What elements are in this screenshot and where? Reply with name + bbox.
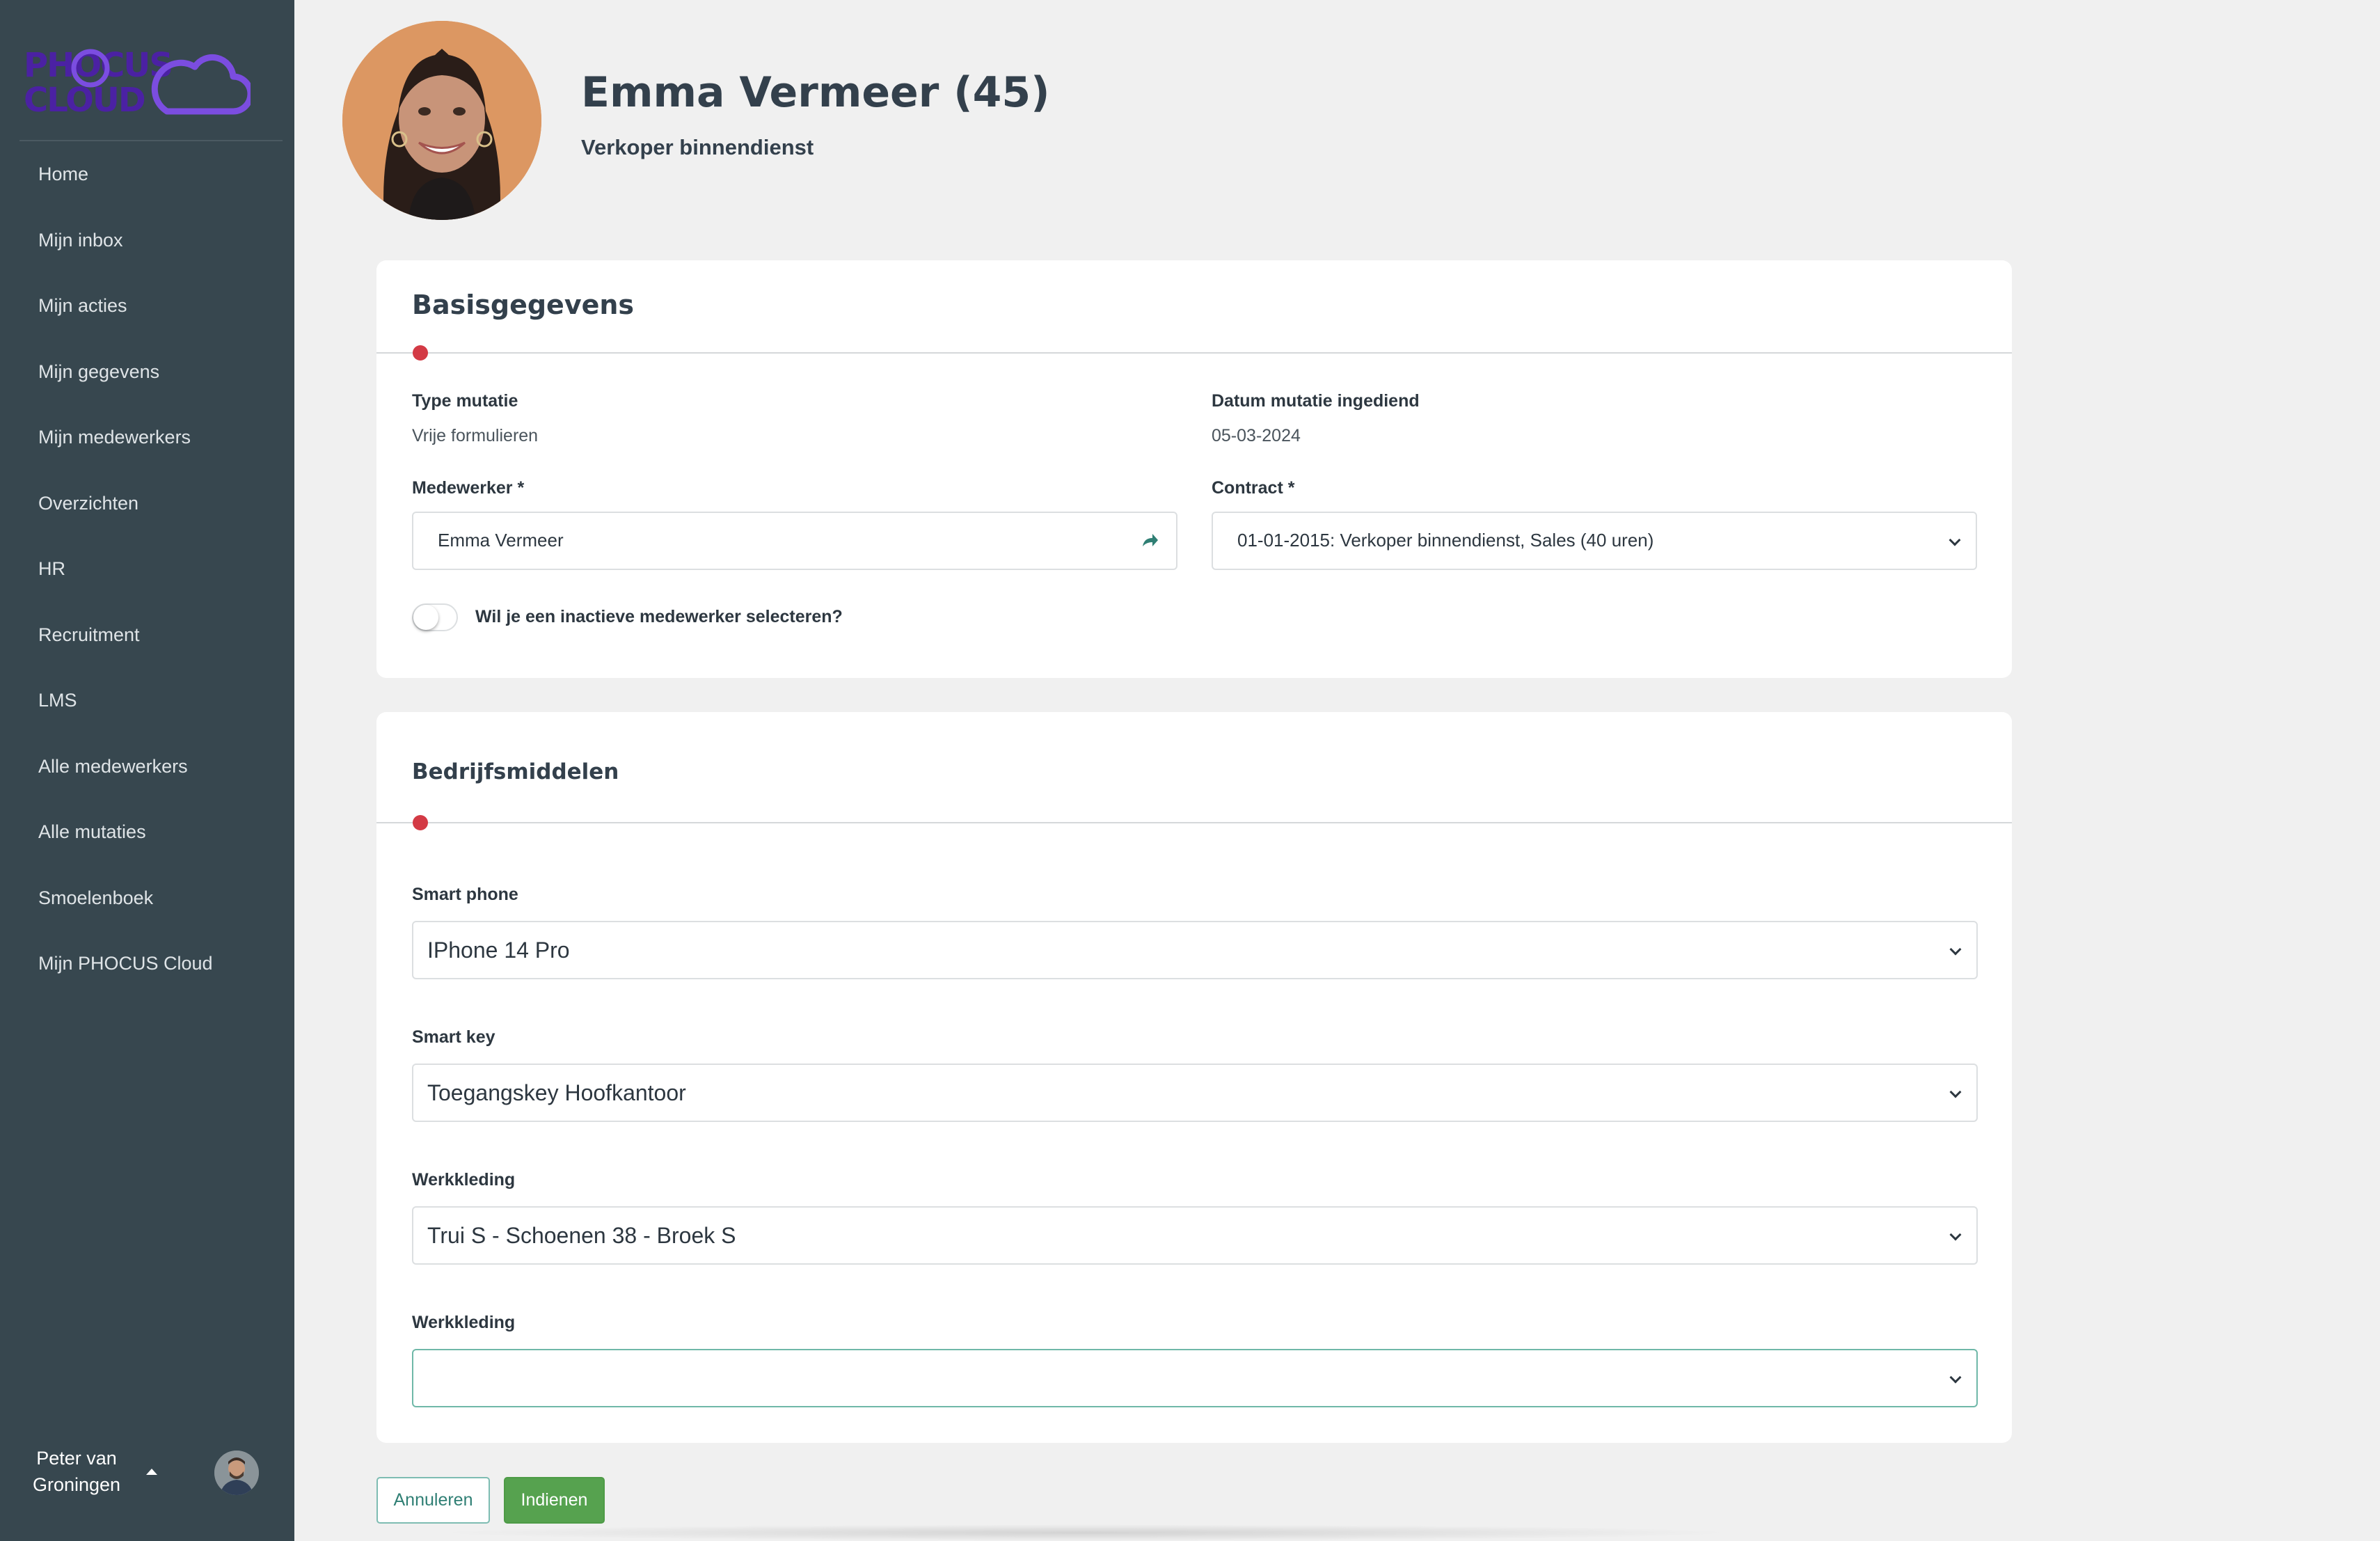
smart-key-value: Toegangskey Hoofkantoor	[427, 1080, 686, 1105]
werkkleding-label: Werkkleding	[412, 1170, 516, 1190]
contract-select[interactable]: 01-01-2015: Verkoper binnendienst, Sales…	[1212, 512, 1977, 570]
avatar[interactable]	[214, 1451, 259, 1495]
medewerker-value: Emma Vermeer	[438, 530, 564, 551]
werkkleding-select-2[interactable]	[412, 1349, 1978, 1407]
smart-phone-label: Smart phone	[412, 885, 518, 904]
sidebar-item-lms[interactable]: LMS	[0, 678, 294, 744]
sidebar-nav: Home Mijn inbox Mijn acties Mijn gegeven…	[0, 152, 294, 1007]
sidebar-item-home[interactable]: Home	[0, 152, 294, 218]
chevron-down-icon	[1949, 1086, 1962, 1098]
sidebar-item-mijn-inbox[interactable]: Mijn inbox	[0, 218, 294, 284]
basisgegevens-title: Basisgegevens	[412, 290, 635, 320]
page-title: Emma Vermeer (45)	[581, 68, 1050, 117]
employee-role: Verkoper binnendienst	[581, 135, 814, 159]
bedrijfsmiddelen-card: Bedrijfsmiddelen Smart phone IPhone 14 P…	[376, 712, 2012, 1443]
sidebar-item-alle-mutaties[interactable]: Alle mutaties	[0, 809, 294, 876]
required-indicator-dot	[413, 815, 428, 830]
profile-portrait-icon	[342, 21, 541, 220]
user-avatar-icon	[214, 1451, 259, 1495]
chevron-down-icon	[1949, 1228, 1962, 1241]
phocus-cloud-logo[interactable]: PHOCUS CLOUD	[21, 47, 251, 124]
sidebar-item-recruitment[interactable]: Recruitment	[0, 613, 294, 679]
sidebar-item-smoelenboek[interactable]: Smoelenboek	[0, 876, 294, 942]
smart-phone-select[interactable]: IPhone 14 Pro	[412, 921, 1978, 979]
smart-key-select[interactable]: Toegangskey Hoofkantoor	[412, 1064, 1978, 1122]
sidebar-item-mijn-medewerkers[interactable]: Mijn medewerkers	[0, 415, 294, 481]
profile-photo	[342, 21, 541, 220]
sidebar-item-overzichten[interactable]: Overzichten	[0, 481, 294, 547]
werkkleding-label-2: Werkkleding	[412, 1313, 516, 1332]
inactive-employee-toggle[interactable]	[412, 603, 458, 631]
datum-mutatie-value: 05-03-2024	[1212, 426, 1301, 445]
type-mutatie-value: Vrije formulieren	[412, 426, 539, 445]
medewerker-field[interactable]: Emma Vermeer	[412, 512, 1177, 570]
contract-value: 01-01-2015: Verkoper binnendienst, Sales…	[1237, 530, 1654, 551]
section-divider	[376, 822, 2012, 823]
footer-shadow	[431, 1524, 1740, 1541]
user-menu[interactable]: Peter van Groningen	[0, 1427, 294, 1517]
sidebar: PHOCUS CLOUD Home Mijn inbox Mijn acties…	[0, 0, 294, 1541]
cancel-button[interactable]: Annuleren	[376, 1477, 490, 1524]
bedrijfsmiddelen-title: Bedrijfsmiddelen	[412, 759, 619, 784]
sidebar-item-mijn-acties[interactable]: Mijn acties	[0, 283, 294, 349]
werkkleding-value: Trui S - Schoenen 38 - Broek S	[427, 1223, 736, 1248]
smart-phone-value: IPhone 14 Pro	[427, 938, 570, 963]
sidebar-item-hr[interactable]: HR	[0, 546, 294, 613]
contract-label: Contract *	[1212, 478, 1295, 498]
caret-up-icon[interactable]	[146, 1469, 157, 1475]
sidebar-divider	[19, 140, 283, 141]
smart-key-label: Smart key	[412, 1027, 495, 1047]
basisgegevens-card: Basisgegevens Type mutatie Vrije formuli…	[376, 260, 2012, 678]
required-indicator-dot	[413, 345, 428, 361]
sidebar-item-mijn-phocus-cloud[interactable]: Mijn PHOCUS Cloud	[0, 941, 294, 1007]
toggle-knob	[413, 605, 438, 630]
chevron-down-icon	[1949, 943, 1962, 956]
sidebar-item-mijn-gegevens[interactable]: Mijn gegevens	[0, 349, 294, 416]
submit-button[interactable]: Indienen	[504, 1477, 605, 1524]
sidebar-item-alle-medewerkers[interactable]: Alle medewerkers	[0, 744, 294, 810]
cloud-logo-icon: PHOCUS CLOUD	[24, 47, 251, 120]
chevron-down-icon	[1949, 534, 1961, 546]
user-name: Peter van Groningen	[32, 1448, 121, 1495]
section-divider	[376, 352, 2012, 354]
medewerker-label: Medewerker *	[412, 478, 525, 498]
svg-text:CLOUD: CLOUD	[24, 81, 145, 120]
werkkleding-select[interactable]: Trui S - Schoenen 38 - Broek S	[412, 1206, 1978, 1265]
datum-mutatie-label: Datum mutatie ingediend	[1212, 391, 1420, 411]
chevron-down-icon	[1949, 1371, 1962, 1384]
inactive-employee-toggle-label: Wil je een inactieve medewerker selecter…	[475, 607, 843, 626]
share-arrow-icon[interactable]	[1140, 531, 1159, 551]
type-mutatie-label: Type mutatie	[412, 391, 518, 411]
